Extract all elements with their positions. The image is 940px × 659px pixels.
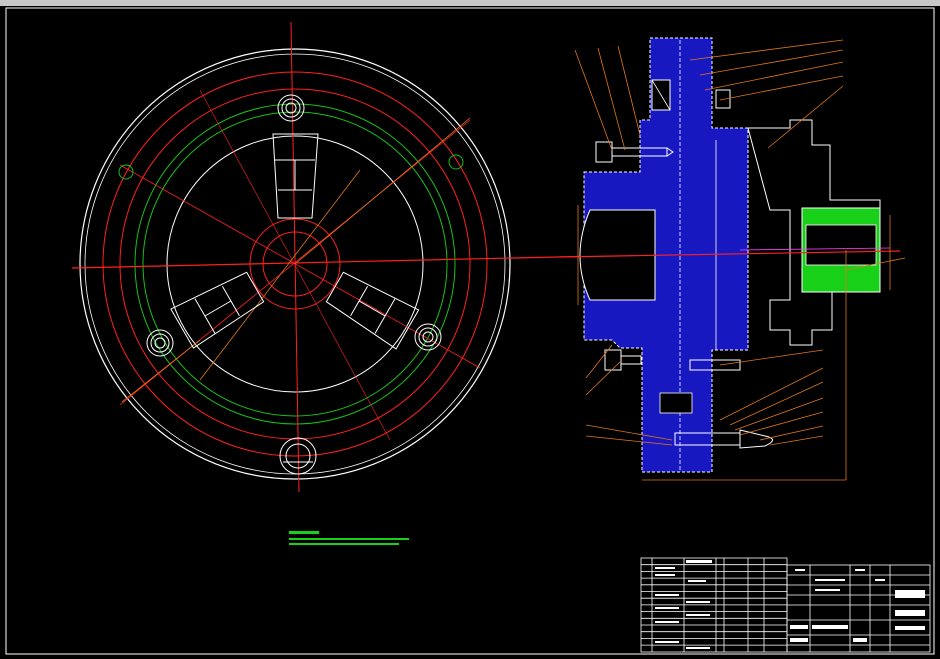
front-view: [71, 21, 601, 493]
horizontal-centerline: [71, 255, 601, 269]
dimension-leader-2: [199, 169, 361, 381]
section-view: [559, 37, 906, 481]
technical-notes: [289, 531, 409, 545]
jaw-left: [170, 271, 265, 349]
vertical-centerline: [290, 21, 300, 493]
jaw-right: [325, 271, 420, 350]
bolt-icon: [146, 329, 174, 357]
jaw-top: [272, 133, 319, 219]
cad-drawing-window: [0, 0, 940, 659]
parts-list-table: [640, 557, 788, 653]
bolt-icon: [604, 349, 642, 371]
bolt-icon: [277, 94, 305, 122]
drawing-canvas[interactable]: [0, 0, 940, 659]
dimension-leader-3: [121, 339, 201, 403]
drawing-frame: [5, 7, 935, 655]
diagonal-centerline-1: [119, 164, 481, 369]
